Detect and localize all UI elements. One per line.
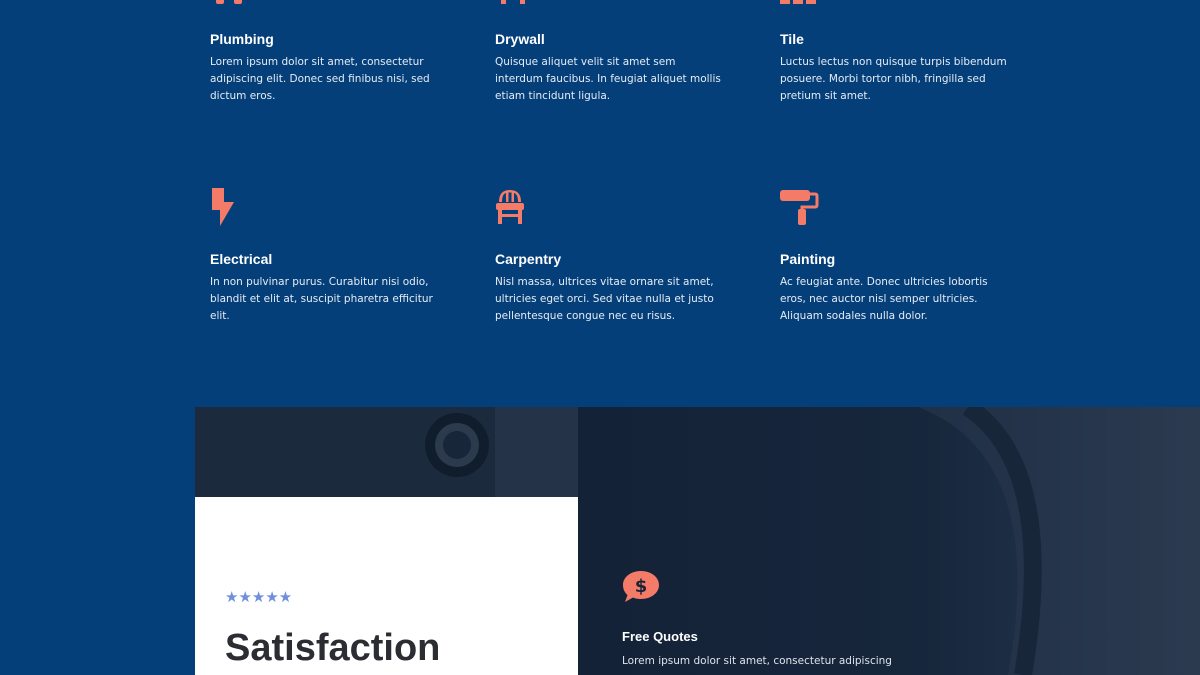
service-description: Quisque aliquet velit sit amet sem inter… xyxy=(495,56,721,102)
service-title: Carpentry xyxy=(495,251,562,267)
service-description: Nisl massa, ultrices vitae ornare sit am… xyxy=(495,276,714,322)
service-description: Ac feugiat ante. Donec ultricies loborti… xyxy=(780,276,988,322)
service-title: Tile xyxy=(780,31,804,47)
service-title: Painting xyxy=(780,251,836,267)
service-description: Lorem ipsum dolor sit amet, consectetur … xyxy=(210,56,430,102)
service-title: Electrical xyxy=(210,251,273,267)
testimonial-heading: Satisfaction xyxy=(225,627,441,669)
service-title: Drywall xyxy=(495,31,545,47)
tile-icon xyxy=(780,0,816,4)
service-title: Plumbing xyxy=(210,31,274,47)
services-section: Plumbing Lorem ipsum dolor sit amet, con… xyxy=(0,0,1200,407)
dollar-speech-bubble-icon: $ xyxy=(623,571,659,602)
paint-roller-icon xyxy=(780,190,819,225)
feature-title: Free Quotes xyxy=(622,629,698,644)
faucet-icon xyxy=(216,0,242,4)
service-description: Luctus lectus non quisque turpis bibendu… xyxy=(780,56,1007,102)
feature-description: Lorem ipsum dolor sit amet, consectetur … xyxy=(622,655,892,667)
chair-icon xyxy=(496,190,524,224)
service-description: In non pulvinar purus. Curabitur nisi od… xyxy=(210,276,433,322)
drywall-icon xyxy=(501,0,525,4)
testimonial-card: ★★★★★ Satisfaction xyxy=(195,497,578,675)
lightning-bolt-icon xyxy=(212,188,234,226)
svg-text:$: $ xyxy=(635,576,648,597)
rating-stars: ★★★★★ xyxy=(225,588,293,606)
